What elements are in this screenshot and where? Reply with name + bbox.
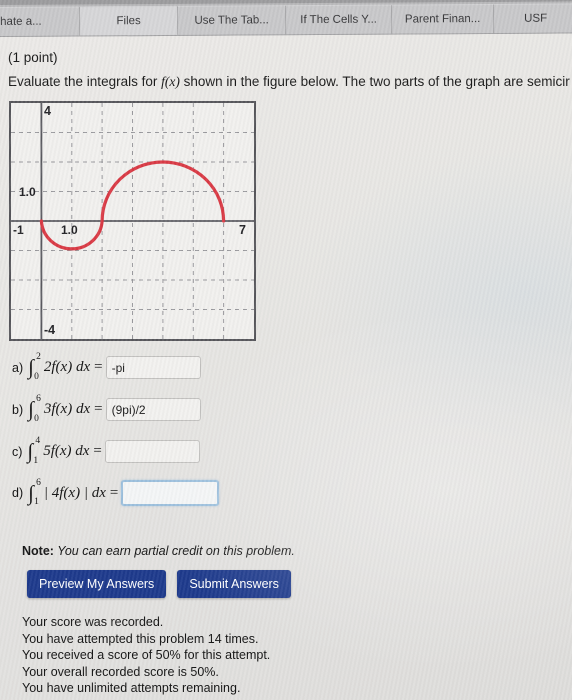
integral-lower-limit-c: 1 [33,455,39,466]
integral-sign-b: ∫ 6 0 [28,394,41,424]
integral-upper-limit-d: 6 [36,477,41,488]
equals-sign-c: = [93,443,102,459]
equals-sign-b: = [94,401,103,417]
integrand-b: 3f(x) dx [43,401,91,417]
browser-tab-0[interactable]: hate a... [0,6,81,36]
answer-row-a: a) ∫ 2 0 2f(x) dx = [12,352,201,382]
score-summary: Your score was recorded. You have attemp… [22,614,270,697]
graph-label-y-top: 4 [44,104,51,118]
points-label: (1 point) [8,50,58,65]
answer-letter-b: b) [12,402,24,417]
graph-label-y-one: 1.0 [19,185,36,199]
answer-expression-d: ∫ 6 1 | 4f(x) | dx = [28,477,121,507]
answer-input-d[interactable] [121,480,220,506]
browser-tab-2[interactable]: Use The Tab... [178,5,287,35]
integrand-a: 2f(x) dx [43,359,91,375]
preview-my-answers-button[interactable]: Preview My Answers [27,570,167,598]
integral-upper-limit-a: 2 [36,352,41,362]
answer-row-b: b) ∫ 6 0 3f(x) dx = [12,394,201,424]
answer-letter-d: d) [12,486,24,500]
integral-sign-d: ∫ 6 1 [28,477,41,507]
answer-expression-c: ∫ 4 1 5f(x) dx = [27,436,104,466]
prompt-text-before: Evaluate the integrals for [8,74,162,89]
prompt-text-after: shown in the figure below. The two parts… [179,74,570,89]
answer-input-c[interactable] [104,440,200,463]
integral-lower-limit-d: 1 [34,497,39,507]
graph-label-y-bottom: -4 [44,323,55,337]
problem-content: (1 point) Evaluate the integrals for f(x… [0,36,572,700]
integral-lower-limit-a: 0 [34,371,39,382]
browser-tab-3[interactable]: If The Cells Y... [286,4,393,35]
integral-sign-a: ∫ 2 0 [28,352,41,382]
browser-tab-1[interactable]: Files [80,5,179,36]
browser-tab-strip: hate a... Files Use The Tab... If The Ce… [0,0,572,37]
answer-input-a[interactable] [105,356,201,379]
graph-label-x-right: 7 [239,223,246,237]
answer-row-c: c) ∫ 4 1 5f(x) dx = [12,436,200,466]
graph-svg: 4 -4 -1 7 1.0 1.0 [11,103,254,339]
integral-sign-c: ∫ 4 1 [27,436,41,466]
note-text: You can earn partial credit on this prob… [53,544,295,558]
answer-letter-a: a) [12,360,24,375]
answer-input-b[interactable] [105,398,201,421]
score-line-2: You received a score of 50% for this att… [22,648,271,662]
action-button-row: Preview My Answers Submit Answers [27,570,291,598]
answer-row-d: d) ∫ 6 1 | 4f(x) | dx = [12,477,220,507]
function-graph: 4 -4 -1 7 1.0 1.0 [9,101,256,341]
answer-letter-c: c) [12,444,23,459]
integral-upper-limit-c: 4 [35,436,41,446]
integral-upper-limit-b: 6 [36,394,41,404]
page-root: hate a... Files Use The Tab... If The Ce… [0,0,572,700]
score-line-1: You have attempted this problem 14 times… [22,631,259,646]
browser-tab-4[interactable]: Parent Finan... [392,3,495,34]
integral-lower-limit-b: 0 [34,413,39,424]
answer-expression-a: ∫ 2 0 2f(x) dx = [28,352,105,382]
graph-label-x-left: -1 [13,223,24,237]
problem-prompt: Evaluate the integrals for f(x) shown in… [8,74,572,90]
equals-sign-d: = [109,484,119,501]
prompt-function-symbol: f(x) [161,74,180,89]
score-line-3: Your overall recorded score is 50%. [22,664,219,679]
integrand-d: | 4f(x) | dx [43,484,106,501]
equals-sign-a: = [94,359,103,375]
note-label: Note: [22,544,54,558]
score-line-4: You have unlimited attempts remaining. [22,681,241,695]
graph-label-x-one: 1.0 [61,223,78,237]
integrand-c: 5f(x) dx [43,443,90,459]
score-line-0: Your score was recorded. [22,615,164,629]
submit-answers-button[interactable]: Submit Answers [177,570,291,598]
partial-credit-note: Note: You can earn partial credit on thi… [22,544,295,558]
browser-tab-5[interactable]: USF [494,3,572,33]
answer-expression-b: ∫ 6 0 3f(x) dx = [28,394,105,424]
